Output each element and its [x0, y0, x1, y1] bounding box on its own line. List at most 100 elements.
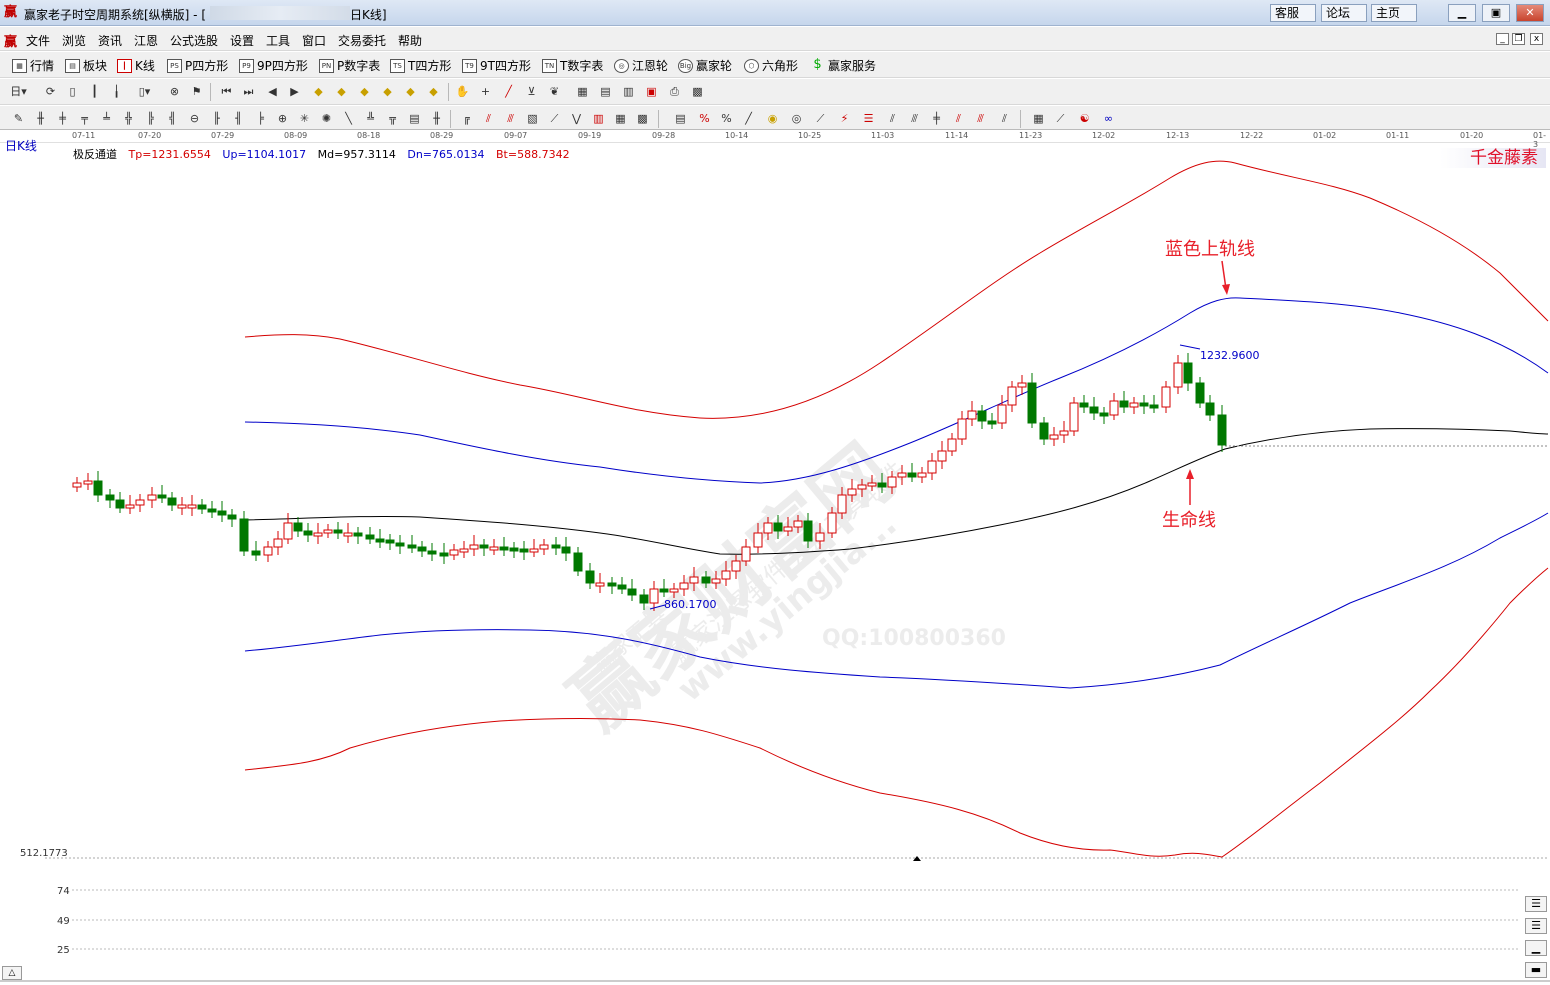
diamond-minus-icon[interactable]: ◆	[425, 83, 442, 100]
document-icon[interactable]: ▯	[64, 83, 81, 100]
diamond-up-icon[interactable]: ◆	[310, 83, 327, 100]
crosshair-icon[interactable]: +	[477, 83, 494, 100]
flag-icon[interactable]: ⚑	[188, 83, 205, 100]
home-button[interactable]: 主页	[1371, 4, 1417, 22]
last-icon[interactable]: ⏭	[240, 83, 257, 100]
line-tool-icon[interactable]: ╱	[500, 83, 517, 100]
diamond-plus-icon[interactable]: ◆	[402, 83, 419, 100]
tool-n-icon[interactable]: ╲	[340, 110, 357, 127]
diamond-right-icon[interactable]: ◆	[379, 83, 396, 100]
tool-p-icon[interactable]: ╦	[384, 110, 401, 127]
tool-g-icon[interactable]: ╣	[164, 110, 181, 127]
tool-af-icon[interactable]: ⫽	[884, 110, 901, 127]
forum-button[interactable]: 论坛	[1321, 4, 1367, 22]
t-number-table-button[interactable]: TN T数字表	[542, 57, 603, 74]
tool-ah-icon[interactable]: ╪	[928, 110, 945, 127]
back-icon[interactable]: ◀	[264, 83, 281, 100]
market-button[interactable]: ▦ 行情	[12, 57, 54, 74]
tool-r-icon[interactable]: ╫	[428, 110, 445, 127]
calculator-icon[interactable]: ▤	[597, 83, 614, 100]
panel-layout-button-1[interactable]: ☰	[1525, 896, 1547, 912]
tool-d-icon[interactable]: ╧	[98, 110, 115, 127]
minimize-icon[interactable]: ▁	[1448, 4, 1476, 22]
diamond-left-icon[interactable]: ◆	[356, 83, 373, 100]
tool-aj-icon[interactable]: ⫻	[972, 110, 989, 127]
menu-tools[interactable]: 工具	[266, 32, 290, 49]
t-square-button[interactable]: TS T四方形	[390, 57, 451, 74]
tool-ai-icon[interactable]: ⫽	[950, 110, 967, 127]
p-square-button[interactable]: PS P四方形	[167, 57, 228, 74]
brain-icon[interactable]: ❦	[546, 83, 563, 100]
p-number-table-button[interactable]: PN P数字表	[319, 57, 380, 74]
chart-line-icon[interactable]: ⟋	[1052, 110, 1069, 127]
sector-button[interactable]: ▤ 板块	[65, 57, 107, 74]
coin-icon[interactable]: ◉	[764, 110, 781, 127]
candle-dropdown-icon[interactable]: ▯▾	[136, 83, 153, 100]
tool-c-icon[interactable]: ╤	[76, 110, 93, 127]
kline-chart[interactable]: 赢家财富网 赢家江恩软件 江恩工具软件 www.yingjia... 赢家工具 …	[0, 143, 1550, 982]
tool-t-icon[interactable]: ⫻	[502, 110, 519, 127]
bars-icon[interactable]: ╽	[108, 83, 125, 100]
tool-ad-icon[interactable]: ⚡	[836, 110, 853, 127]
percent-icon[interactable]: %	[718, 110, 735, 127]
tool-k-icon[interactable]: ⊕	[274, 110, 291, 127]
tool-j-icon[interactable]: ╞	[252, 110, 269, 127]
mdi-close-icon[interactable]: x	[1530, 33, 1543, 45]
hand-icon[interactable]: ✋	[454, 83, 471, 100]
mdi-restore-icon[interactable]: ❐	[1512, 33, 1525, 45]
menu-gann[interactable]: 江恩	[134, 32, 158, 49]
tool-i-icon[interactable]: ╢	[230, 110, 247, 127]
save-icon[interactable]: ▣	[643, 83, 660, 100]
panel-layout-button-2[interactable]: ☰	[1525, 918, 1547, 934]
tool-l-icon[interactable]: ✳	[296, 110, 313, 127]
tool-v-icon[interactable]: ⟋	[546, 110, 563, 127]
diamond-down-icon[interactable]: ◆	[333, 83, 350, 100]
menu-window[interactable]: 窗口	[302, 32, 326, 49]
gann-wheel-button[interactable]: ◎ 江恩轮	[614, 57, 668, 74]
tool-q-icon[interactable]: ▤	[406, 110, 423, 127]
close-icon[interactable]: ✕	[1516, 4, 1544, 22]
mdi-minimize-icon[interactable]: _	[1496, 33, 1509, 45]
tool-ag-icon[interactable]: ⫻	[906, 110, 923, 127]
maximize-icon[interactable]: ▣	[1482, 4, 1510, 22]
panel-layout-button-3[interactable]: ▁	[1525, 940, 1547, 956]
tool-ak-icon[interactable]: ⫽	[996, 110, 1013, 127]
hexagon-button[interactable]: ⬡ 六角形	[744, 57, 798, 74]
table-icon[interactable]: ▦	[1030, 110, 1047, 127]
menu-file[interactable]: 文件	[26, 32, 50, 49]
menu-info[interactable]: 资讯	[98, 32, 122, 49]
menu-formula[interactable]: 公式选股	[170, 32, 218, 49]
kline-button[interactable]: ┃ K线	[117, 57, 155, 74]
tool-ae-icon[interactable]: ☰	[860, 110, 877, 127]
zigzag-icon[interactable]: ⋁	[568, 110, 585, 127]
infinity-icon[interactable]: ∞	[1100, 110, 1117, 127]
winner-service-button[interactable]: $ 赢家服务	[810, 57, 876, 74]
kline-bars-icon[interactable]: ┃	[86, 83, 103, 100]
first-icon[interactable]: ⏮	[218, 83, 235, 100]
period-dropdown-icon[interactable]: 日▾	[10, 83, 27, 100]
fan-icon[interactable]: ⊻	[523, 83, 540, 100]
tool-ab-icon[interactable]: ◎	[788, 110, 805, 127]
9p-square-button[interactable]: P9 9P四方形	[239, 57, 308, 74]
forward-icon[interactable]: ▶	[286, 83, 303, 100]
pencil-icon[interactable]: ✎	[10, 110, 27, 127]
tool-h-icon[interactable]: ╟	[208, 110, 225, 127]
tool-o-icon[interactable]: ╩	[362, 110, 379, 127]
menu-help[interactable]: 帮助	[398, 32, 422, 49]
tool-a-icon[interactable]: ╫	[32, 110, 49, 127]
report-icon[interactable]: ▥	[620, 83, 637, 100]
customer-service-button[interactable]: 客服	[1270, 4, 1316, 22]
expand-up-icon[interactable]: △	[2, 966, 22, 980]
tool-w-icon[interactable]: ▥	[590, 110, 607, 127]
menu-browse[interactable]: 浏览	[62, 32, 86, 49]
tool-x-icon[interactable]: ▦	[612, 110, 629, 127]
calendar-icon[interactable]: ▦	[574, 83, 591, 100]
percent-red-icon[interactable]: %	[696, 110, 713, 127]
yin-yang-icon[interactable]: ☯	[1076, 110, 1093, 127]
panel-layout-button-4[interactable]: ▬	[1525, 962, 1547, 978]
circle-tool-icon[interactable]: ⊖	[186, 110, 203, 127]
fib-fan-icon[interactable]: ⫽	[480, 110, 497, 127]
tool-aa-icon[interactable]: ╱	[740, 110, 757, 127]
tool-s-icon[interactable]: ╔	[458, 110, 475, 127]
menu-trade[interactable]: 交易委托	[338, 32, 386, 49]
